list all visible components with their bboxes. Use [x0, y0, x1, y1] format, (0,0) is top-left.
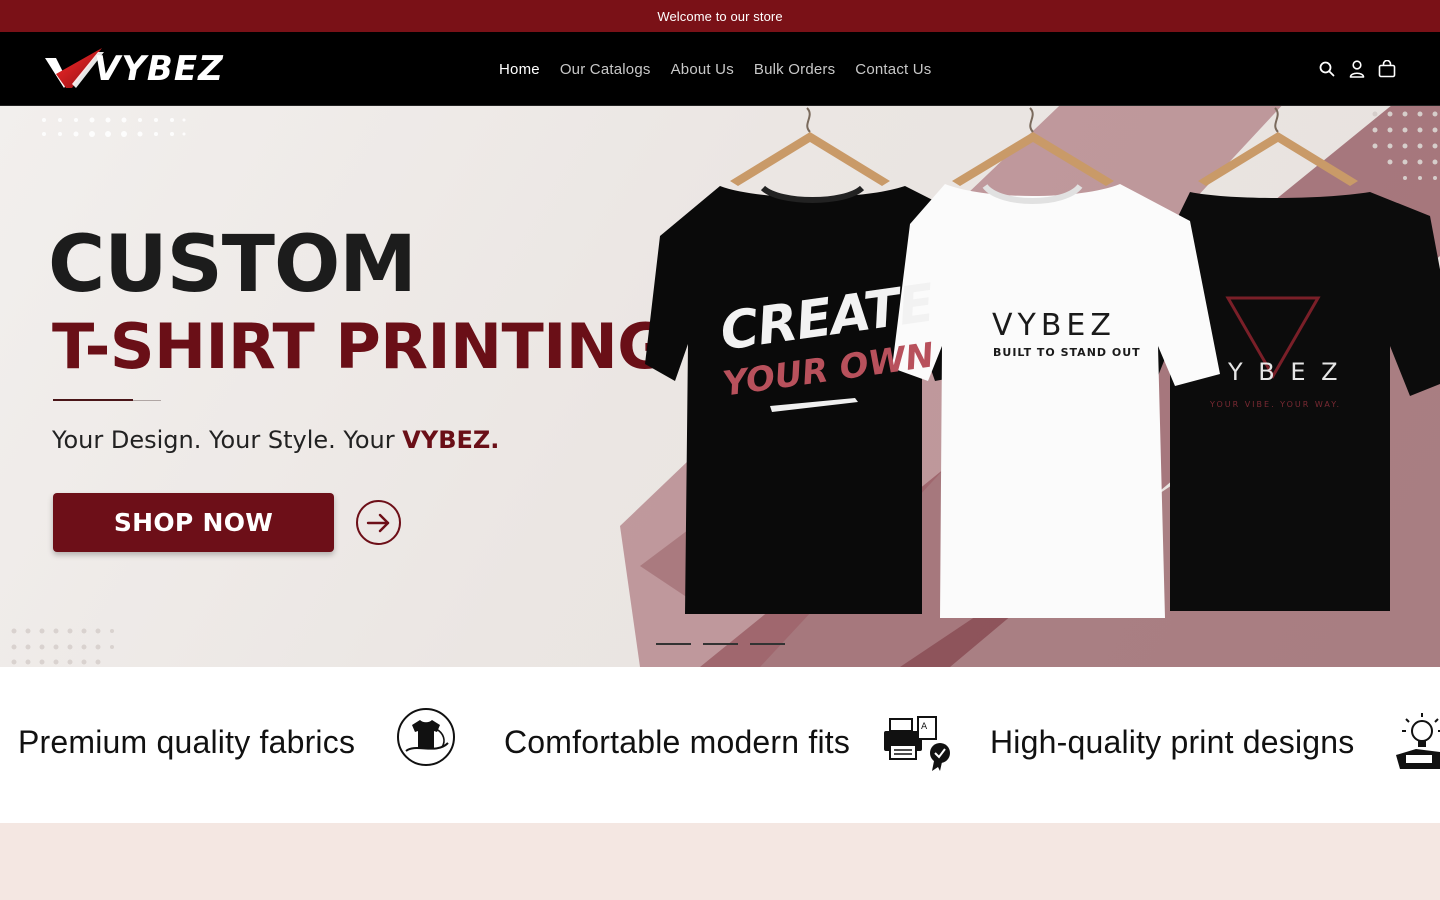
shirt3-brand: Y B E Z — [1228, 358, 1342, 386]
shirt2-brand: VYBEZ — [992, 308, 1116, 343]
shop-now-button[interactable]: SHOP NOW — [53, 493, 334, 552]
logo-text: VYBEZ — [94, 49, 224, 89]
slide-dot-2[interactable] — [703, 643, 738, 645]
announcement-text: Welcome to our store — [657, 8, 783, 24]
nav-our-catalogs[interactable]: Our Catalogs — [560, 61, 651, 78]
svg-text:A: A — [921, 722, 928, 732]
slider-dots — [656, 643, 785, 645]
shirt2-sub: BUILT TO STAND OUT — [993, 346, 1141, 359]
hero-tshirt-display: CREATE YOUR OWN VYBEZ BUILT TO STAND OUT… — [630, 106, 1440, 667]
account-icon[interactable] — [1348, 60, 1366, 78]
slide-dot-3[interactable] — [750, 643, 785, 645]
fabric-tshirt-icon — [392, 707, 460, 772]
site-header: VYBEZ Home Our Catalogs About Us Bulk Or… — [0, 32, 1440, 106]
hero-divider — [53, 399, 133, 401]
nav-home[interactable]: Home — [499, 61, 540, 78]
hero-tagline-text: Your Design. Your Style. Your — [52, 426, 403, 454]
nav-about-us[interactable]: About Us — [671, 61, 734, 78]
arrow-right-icon[interactable] — [356, 500, 401, 545]
creative-design-icon — [1392, 711, 1440, 778]
hero-title-line2: T-SHIRT PRINTING — [52, 310, 668, 383]
cart-icon[interactable] — [1378, 60, 1396, 78]
feature-text-fabrics: Premium quality fabrics — [18, 724, 356, 760]
printer-quality-icon: A — [882, 715, 954, 778]
search-icon[interactable] — [1318, 60, 1336, 78]
feature-text-prints: High-quality print designs — [990, 724, 1355, 760]
hero-divider-tail — [133, 400, 161, 401]
hero-banner: CUSTOM T-SHIRT PRINTING Your Design. You… — [0, 106, 1440, 667]
nav-bulk-orders[interactable]: Bulk Orders — [754, 61, 835, 78]
slide-dot-1[interactable] — [656, 643, 691, 645]
hero-tagline-brand: VYBEZ. — [402, 426, 500, 454]
feature-text-fits: Comfortable modern fits — [504, 724, 851, 760]
announcement-bar: Welcome to our store — [0, 0, 1440, 32]
main-nav: Home Our Catalogs About Us Bulk Orders C… — [499, 32, 932, 106]
hero-title-line1: CUSTOM — [48, 220, 417, 310]
header-actions — [1318, 32, 1396, 106]
next-section-band — [0, 823, 1440, 900]
brand-logo[interactable]: VYBEZ — [42, 44, 242, 94]
shirt3-sub: YOUR VIBE. YOUR WAY. — [1210, 400, 1341, 409]
nav-contact-us[interactable]: Contact Us — [855, 61, 931, 78]
features-strip: Premium quality fabrics Comfortable mode… — [0, 667, 1440, 823]
hero-tagline: Your Design. Your Style. Your VYBEZ. — [52, 426, 499, 454]
